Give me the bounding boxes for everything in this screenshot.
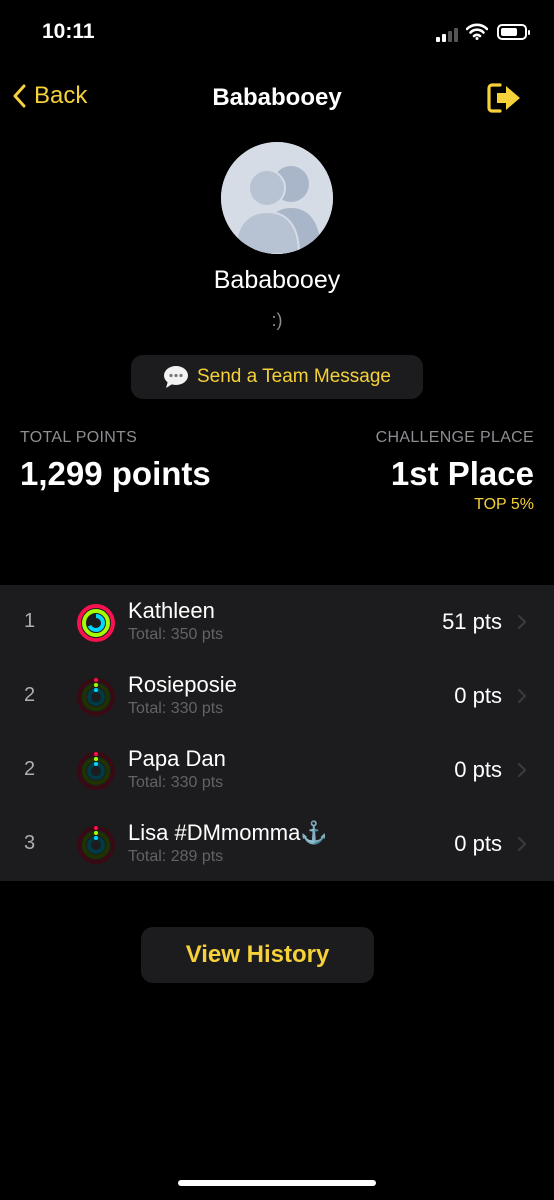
total-points-value: 1,299 points bbox=[20, 455, 211, 492]
page-title: Bababooey bbox=[212, 84, 342, 111]
cellular-signal-icon bbox=[436, 27, 458, 42]
status-bar: 10:11 bbox=[0, 0, 554, 70]
team-name: Bababooey bbox=[213, 266, 341, 294]
status-time: 10:11 bbox=[42, 20, 95, 43]
navigation-bar: Back Bababooey bbox=[0, 74, 554, 122]
member-points: 0 pts bbox=[454, 757, 502, 782]
member-points: 0 pts bbox=[454, 831, 502, 856]
member-points: 51 pts bbox=[442, 609, 502, 634]
member-total: Total: 330 pts bbox=[128, 700, 224, 717]
challenge-place-label: CHALLENGE PLACE bbox=[375, 429, 534, 446]
chevron-right-icon bbox=[517, 614, 527, 630]
member-row[interactable]: 3 Lisa #DMmomma⚓️ Total: 289 pts 0 pts bbox=[0, 807, 554, 881]
activity-rings-icon bbox=[77, 678, 115, 716]
member-row[interactable]: 2 Papa Dan Total: 330 pts 0 pts bbox=[0, 733, 554, 807]
member-row[interactable]: 1 Kathleen Total: 350 pts 51 pts bbox=[0, 585, 554, 659]
total-points-label: TOTAL POINTS bbox=[20, 429, 138, 446]
wifi-icon bbox=[466, 23, 488, 40]
top-percent-badge: TOP 5% bbox=[474, 496, 534, 513]
challenge-place-value: 1st Place bbox=[390, 455, 534, 492]
member-row[interactable]: 2 Rosieposie Total: 330 pts 0 pts bbox=[0, 659, 554, 733]
member-total: Total: 330 pts bbox=[128, 774, 224, 791]
send-team-message-button[interactable]: Send a Team Message bbox=[131, 355, 423, 399]
home-indicator[interactable] bbox=[178, 1180, 376, 1186]
activity-rings-icon bbox=[77, 826, 115, 864]
member-name: Papa Dan bbox=[128, 746, 226, 771]
member-points: 0 pts bbox=[454, 683, 502, 708]
member-name: Lisa #DMmomma⚓️ bbox=[128, 820, 328, 845]
activity-rings-icon bbox=[77, 604, 115, 642]
team-members-list: 1 Kathleen Total: 350 pts 51 pts 2 Rosie… bbox=[0, 585, 554, 881]
speech-bubble-icon bbox=[164, 366, 188, 388]
member-name: Rosieposie bbox=[128, 672, 237, 697]
chevron-right-icon bbox=[517, 762, 527, 778]
chevron-right-icon bbox=[517, 836, 527, 852]
chevron-right-icon bbox=[517, 688, 527, 704]
team-avatar bbox=[221, 142, 333, 254]
member-rank: 2 bbox=[24, 758, 36, 780]
member-total: Total: 350 pts bbox=[128, 626, 224, 643]
view-history-button[interactable]: View History bbox=[141, 927, 374, 983]
member-rank: 2 bbox=[24, 684, 36, 706]
team-motto: :) bbox=[271, 310, 283, 330]
view-history-label: View History bbox=[185, 941, 330, 968]
member-total: Total: 289 pts bbox=[128, 848, 224, 865]
activity-rings-icon bbox=[77, 752, 115, 790]
member-name: Kathleen bbox=[128, 598, 215, 623]
member-rank: 1 bbox=[24, 610, 36, 632]
send-team-message-label: Send a Team Message bbox=[197, 366, 391, 387]
member-rank: 3 bbox=[24, 832, 36, 854]
leave-team-icon[interactable] bbox=[486, 80, 524, 116]
battery-icon bbox=[497, 24, 530, 40]
group-silhouette-icon bbox=[221, 142, 333, 254]
